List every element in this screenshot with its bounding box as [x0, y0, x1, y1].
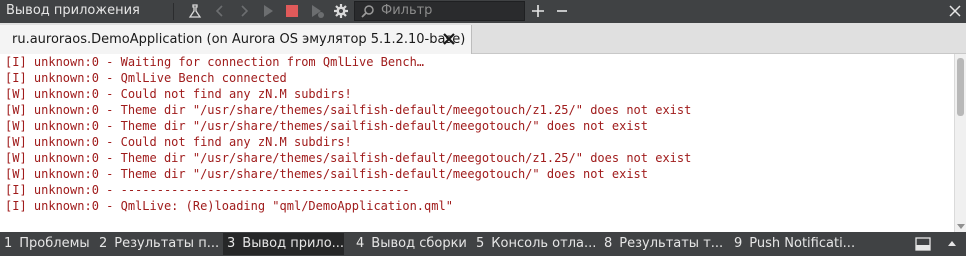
output-pane-toolbar: Вывод приложения Фильтр: [0, 0, 966, 23]
tab-label: ru.auroraos.DemoApplication (on Aurora O…: [12, 32, 466, 47]
back-icon[interactable]: [211, 2, 229, 20]
tab-application-output[interactable]: ru.auroraos.DemoApplication (on Aurora O…: [0, 25, 472, 54]
log-line: [W] unknown:0 - Could not find any zN.M …: [5, 87, 352, 101]
bottom-tab-8[interactable]: 8 Результаты т...: [600, 233, 726, 255]
log-line: [W] unknown:0 - Could not find any zN.M …: [5, 135, 352, 149]
bottom-tab-label: Проблемы: [19, 236, 90, 251]
debug-run-icon[interactable]: [308, 2, 326, 20]
log-line: [I] unknown:0 - QmlLive Bench connected: [5, 71, 287, 85]
bottom-tab-number: 5: [476, 236, 485, 251]
close-icon[interactable]: [946, 2, 964, 20]
bottom-tab-number: 3: [227, 236, 236, 251]
pane-title[interactable]: Вывод приложения: [6, 3, 140, 18]
bottom-tab-label: Консоль отла...: [491, 236, 597, 251]
bottom-tab-label: Вывод прило...: [242, 236, 345, 251]
settings-gear-icon[interactable]: [332, 2, 350, 20]
output-scrollbar[interactable]: [954, 54, 966, 232]
bottom-tab-9[interactable]: 9 Push Notificati...: [730, 233, 868, 255]
scroll-down-arrow[interactable]: [957, 224, 965, 229]
bottom-tab-number: 1: [4, 236, 13, 251]
bottom-tab-5[interactable]: 5 Консоль отла...: [472, 233, 596, 255]
stop-icon[interactable]: [283, 2, 301, 20]
bottom-tab-1[interactable]: 1 Проблемы: [0, 233, 92, 255]
log-line: [I] unknown:0 - ------------------------…: [5, 183, 410, 197]
bottom-tab-number: 2: [99, 236, 108, 251]
minimize-icon[interactable]: [553, 2, 571, 20]
filter-input[interactable]: Фильтр: [354, 1, 525, 21]
log-line: [W] unknown:0 - Theme dir "/usr/share/th…: [5, 103, 692, 117]
filter-placeholder: Фильтр: [381, 3, 433, 18]
bottom-tab-4[interactable]: 4 Вывод сборки: [352, 233, 468, 255]
run-icon[interactable]: [259, 2, 277, 20]
log-line: [W] unknown:0 - Theme dir "/usr/share/th…: [5, 119, 648, 133]
forward-icon[interactable]: [235, 2, 253, 20]
bottom-tab-number: 4: [356, 236, 365, 251]
bottom-tab-label: Push Notificati...: [749, 236, 856, 251]
bottom-tab-number: 9: [734, 236, 743, 251]
maximize-panel-icon[interactable]: [943, 235, 961, 253]
application-output-log[interactable]: [I] unknown:0 - Waiting for connection f…: [0, 54, 954, 232]
bottom-pane-tabs: 1 Проблемы 2 Результаты п... 3 Вывод прило...…: [0, 232, 966, 256]
tab-close-icon[interactable]: [440, 30, 458, 48]
bottom-tab-label: Результаты т...: [619, 236, 724, 251]
output-tab-bar: ru.auroraos.DemoApplication (on Aurora O…: [0, 23, 966, 54]
log-line: [W] unknown:0 - Theme dir "/usr/share/th…: [5, 151, 692, 165]
search-icon: [361, 4, 375, 22]
log-line: [I] unknown:0 - QmlLive: (Re)loading "qm…: [5, 199, 453, 213]
log-line: [W] unknown:0 - Theme dir "/usr/share/th…: [5, 167, 648, 181]
log-line: [I] unknown:0 - Waiting for connection f…: [5, 55, 425, 69]
run-settings-icon[interactable]: [187, 2, 205, 20]
scrollbar-thumb[interactable]: [957, 58, 964, 116]
hide-panel-icon[interactable]: [914, 235, 932, 253]
toolbar-separator: [173, 3, 174, 20]
bottom-tab-number: 8: [604, 236, 613, 251]
add-icon[interactable]: [529, 2, 547, 20]
bottom-tab-3[interactable]: 3 Вывод прило...: [223, 233, 344, 255]
bottom-tab-label: Вывод сборки: [371, 236, 467, 251]
bottom-tab-2[interactable]: 2 Результаты п...: [95, 233, 219, 255]
bottom-tab-label: Результаты п...: [114, 236, 220, 251]
